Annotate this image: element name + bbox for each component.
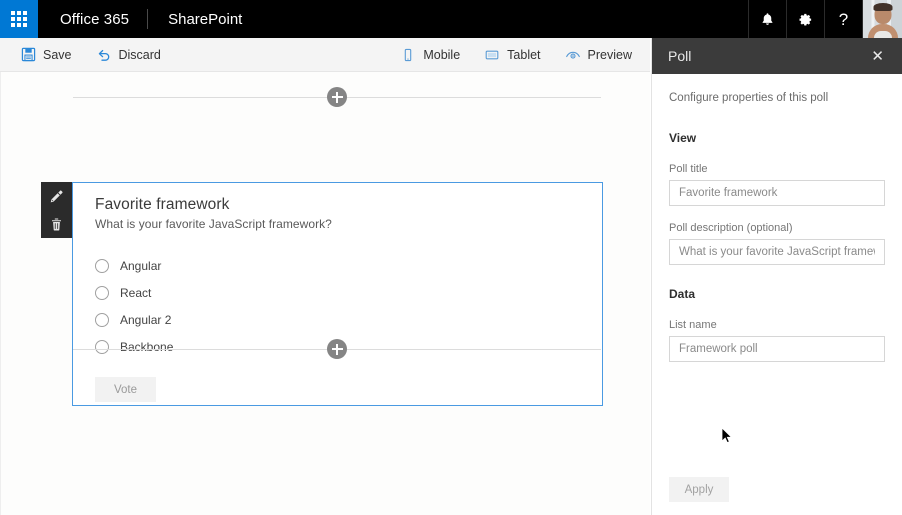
radio-icon[interactable] [95, 258, 109, 273]
close-icon[interactable]: ✕ [867, 45, 888, 68]
property-group-data-heading: Data [669, 287, 696, 301]
undo-icon [96, 47, 112, 63]
poll-option[interactable]: Angular [95, 252, 580, 279]
tablet-view-button[interactable]: Tablet [472, 38, 552, 72]
suite-bar-spacer [258, 0, 748, 38]
list-name-input[interactable] [669, 336, 885, 362]
poll-option-label: Angular 2 [120, 312, 172, 327]
tablet-icon [484, 47, 500, 63]
save-button[interactable]: Save [8, 38, 84, 72]
save-icon [20, 47, 36, 63]
add-section-bottom[interactable] [73, 337, 601, 361]
notifications-button[interactable] [748, 0, 786, 38]
preview-button[interactable]: Preview [553, 38, 644, 72]
preview-label: Preview [587, 48, 632, 62]
poll-webpart-card[interactable]: Favorite framework What is your favorite… [72, 182, 603, 406]
poll-title-input[interactable] [669, 180, 885, 206]
poll-option[interactable]: React [95, 279, 580, 306]
property-group-view-heading: View [669, 131, 697, 145]
waffle-icon [11, 11, 27, 27]
property-pane-subtitle: Configure properties of this poll [669, 92, 829, 104]
command-bar-left-group: Save Discard [0, 38, 173, 72]
edit-webpart-button[interactable] [44, 184, 70, 208]
command-bar-right-group: Mobile Tablet Preview [388, 38, 644, 72]
vote-button[interactable]: Vote [95, 377, 156, 402]
mobile-icon [400, 47, 416, 63]
sharepoint-app-name[interactable]: SharePoint [148, 0, 258, 38]
field-list-name: List name [669, 319, 885, 362]
poll-title: Favorite framework [95, 196, 230, 213]
property-pane-body: Configure properties of this poll View P… [652, 74, 902, 362]
eye-icon [565, 47, 581, 63]
property-group-data: Data List name [669, 287, 885, 362]
gear-icon [799, 13, 812, 25]
add-section-top[interactable] [73, 85, 601, 109]
mobile-view-button[interactable]: Mobile [388, 38, 472, 72]
avatar-shirt [873, 31, 892, 38]
command-bar: Save Discard Mobile Tablet Preview [0, 38, 650, 72]
poll-option[interactable]: Angular 2 [95, 306, 580, 333]
trash-icon [52, 218, 61, 230]
save-button-label: Save [43, 47, 72, 62]
field-poll-title: Poll title [669, 163, 885, 206]
discard-button[interactable]: Discard [84, 38, 173, 72]
avatar-hair [873, 3, 892, 11]
field-poll-description: Poll description (optional) [669, 222, 885, 265]
mobile-view-label: Mobile [423, 48, 461, 62]
settings-button[interactable] [786, 0, 824, 38]
property-group-view: View Poll title Poll description (option… [669, 131, 885, 265]
page-canvas: Favorite framework What is your favorite… [0, 72, 650, 515]
apply-button[interactable]: Apply [669, 477, 729, 502]
plus-icon [327, 87, 347, 107]
field-poll-description-label: Poll description (optional) [669, 222, 793, 234]
discard-button-label: Discard [118, 47, 161, 62]
help-button[interactable]: ? [824, 0, 862, 38]
poll-option-label: Angular [120, 258, 162, 273]
suite-bar: Office 365 SharePoint ? [0, 0, 902, 38]
property-pane-title: Poll [668, 48, 692, 64]
canvas-inner: Favorite framework What is your favorite… [1, 72, 650, 515]
poll-option-label: React [120, 285, 152, 300]
poll-description: What is your favorite JavaScript framewo… [95, 217, 332, 231]
property-pane-header: Poll ✕ [652, 38, 902, 74]
help-icon: ? [838, 9, 849, 29]
user-avatar[interactable] [862, 0, 902, 38]
app-launcher-button[interactable] [0, 0, 38, 38]
tablet-view-label: Tablet [507, 48, 541, 62]
radio-icon[interactable] [95, 285, 109, 300]
webpart-edit-rail [41, 182, 72, 238]
pencil-icon [50, 189, 63, 202]
field-list-name-label: List name [669, 319, 717, 331]
radio-icon[interactable] [95, 312, 109, 327]
delete-webpart-button[interactable] [44, 212, 70, 236]
poll-description-input[interactable] [669, 239, 885, 265]
property-pane: Poll ✕ Configure properties of this poll… [651, 38, 902, 515]
field-poll-title-label: Poll title [669, 163, 708, 175]
office-365-brand[interactable]: Office 365 [38, 0, 147, 38]
bell-icon [762, 12, 773, 25]
plus-icon [327, 339, 347, 359]
